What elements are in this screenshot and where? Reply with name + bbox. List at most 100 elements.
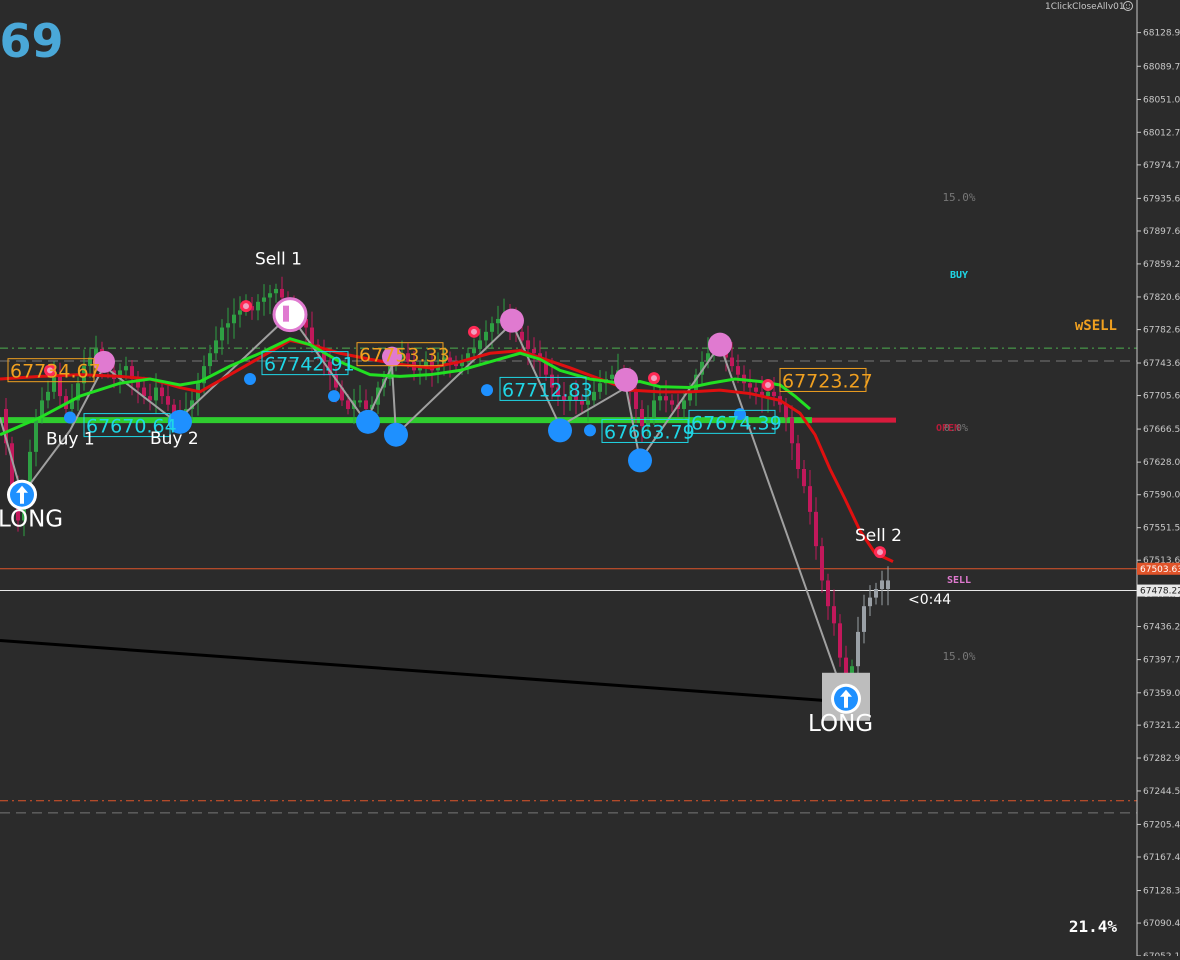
sell-1-marker [272,297,308,333]
axis-tick-label: 67244.50 [1143,787,1180,797]
axis-tick-label: 67128.35 [1143,887,1180,897]
price-box-value: 67663.79 [604,421,695,443]
red-signal-dot-core [471,328,477,335]
axis-tick-label: 67321.25 [1143,721,1180,731]
signal-label-long: LONG [808,711,873,737]
candle-body [874,589,878,598]
candle-body [262,297,266,302]
axis-tick-label: 67205.45 [1143,820,1180,830]
candle-body [34,417,38,452]
signal-label-sell: Sell 1 [255,250,302,270]
candle-body [610,374,614,379]
axis-tick-label: 67935.65 [1143,194,1180,204]
bid-price-tag-text: 67478.22 [1140,587,1180,597]
price-box-value: 67734.67 [10,361,101,383]
candle-body [862,606,866,632]
candle-body [160,387,164,397]
candle-body [832,606,836,624]
candle-body [670,400,674,405]
red-signal-dot-core [243,303,249,310]
price-box: 67742.91 [261,351,355,376]
candle-body [868,597,872,607]
candle-body [766,391,770,397]
candle-body [526,340,530,349]
price-box: 67753.33 [356,342,450,367]
candle-body [256,301,260,311]
wsell-label: wSELL [1075,318,1117,334]
axis-tick-label: 68089.70 [1143,62,1180,72]
price-box: 67734.67 [7,358,101,383]
sell-1-marker-bar [283,305,289,322]
candle-body [682,400,686,409]
candle-body [790,417,794,444]
signal-label-buy: Buy 2 [150,429,199,449]
candle-body [814,511,818,547]
candle-body [730,357,734,367]
candle-body [166,396,170,405]
candle-body [232,314,236,324]
blue-signal-dot [384,422,408,447]
pct-corner-label: 21.4% [1069,917,1118,936]
candle-body [808,486,812,512]
axis-tick-label: 67167.45 [1143,853,1180,863]
ask-price-tag-text: 67503.63 [1140,565,1180,575]
price-box-value: 67723.27 [782,370,873,392]
axis-tick-label: 67090.40 [1143,919,1180,929]
price-box-value: 67674.39 [691,412,782,434]
candle-body [274,288,278,294]
candle-body [490,323,494,332]
blue-signal-dot [628,448,652,473]
candle-body [820,546,824,581]
axis-tick-label: 67820.65 [1143,293,1180,303]
candle-body [346,400,350,409]
candle-body [214,340,218,354]
candle-body [484,331,488,341]
price-box-value: 67742.91 [264,354,355,376]
pink-signal-dot [500,308,524,333]
axis-tick-label: 67705.65 [1143,392,1180,402]
candle-body [634,391,638,409]
candle-body [268,293,272,298]
blue-signal-dot [548,418,572,443]
signal-label-sell: Sell 2 [855,526,902,546]
candle-body [838,623,842,658]
candle-body [358,400,362,403]
blue-signal-dot [244,372,256,385]
axis-tick-label: 67397.70 [1143,656,1180,666]
candle-body [280,288,284,298]
signal-label-buy: Buy 1 [46,430,95,450]
trading-chart-stage[interactable]: 67734.67 67742.91 67753.33 67712.83 67723.27… [0,0,1180,960]
candle-body [802,468,806,487]
candle-body [532,348,536,354]
red-signal-dot-core [765,381,771,388]
sell-small-label: SELL [947,575,971,586]
candle-body [364,400,368,409]
candle-body [154,387,158,401]
candle-body [478,340,482,349]
candle-body [796,443,800,469]
candle-body [658,396,662,401]
axis-tick-label: 67590.00 [1143,491,1180,501]
axis-tick-label: 68128.95 [1143,29,1180,39]
axis-tick-label: 67743.60 [1143,359,1180,369]
candle-body [772,391,776,397]
pct-top-label: 15.0% [942,191,975,204]
big-price-text: .69 [0,14,64,68]
candle-body [664,396,668,401]
candle-body [220,327,224,341]
price-box-value: 67753.33 [359,345,450,367]
signal-label-long: LONG [0,507,63,533]
candle-body [754,387,758,392]
axis-tick-label: 67436.25 [1143,623,1180,633]
blue-signal-dot [64,411,76,424]
candle-body [520,331,524,341]
price-axis[interactable]: 68128.95 68089.70 68051.00 68012.70 67974.70… [1136,0,1180,960]
price-axis-panel [1137,0,1180,956]
blue-signal-dot [481,384,493,397]
blue-signal-dot [328,390,340,403]
candle-body [886,580,890,590]
candle-body [736,366,740,375]
axis-tick-label: 67551.55 [1143,524,1180,534]
blue-signal-dot [584,424,596,437]
price-chart[interactable]: 67734.67 67742.91 67753.33 67712.83 67723.27… [0,0,1180,960]
